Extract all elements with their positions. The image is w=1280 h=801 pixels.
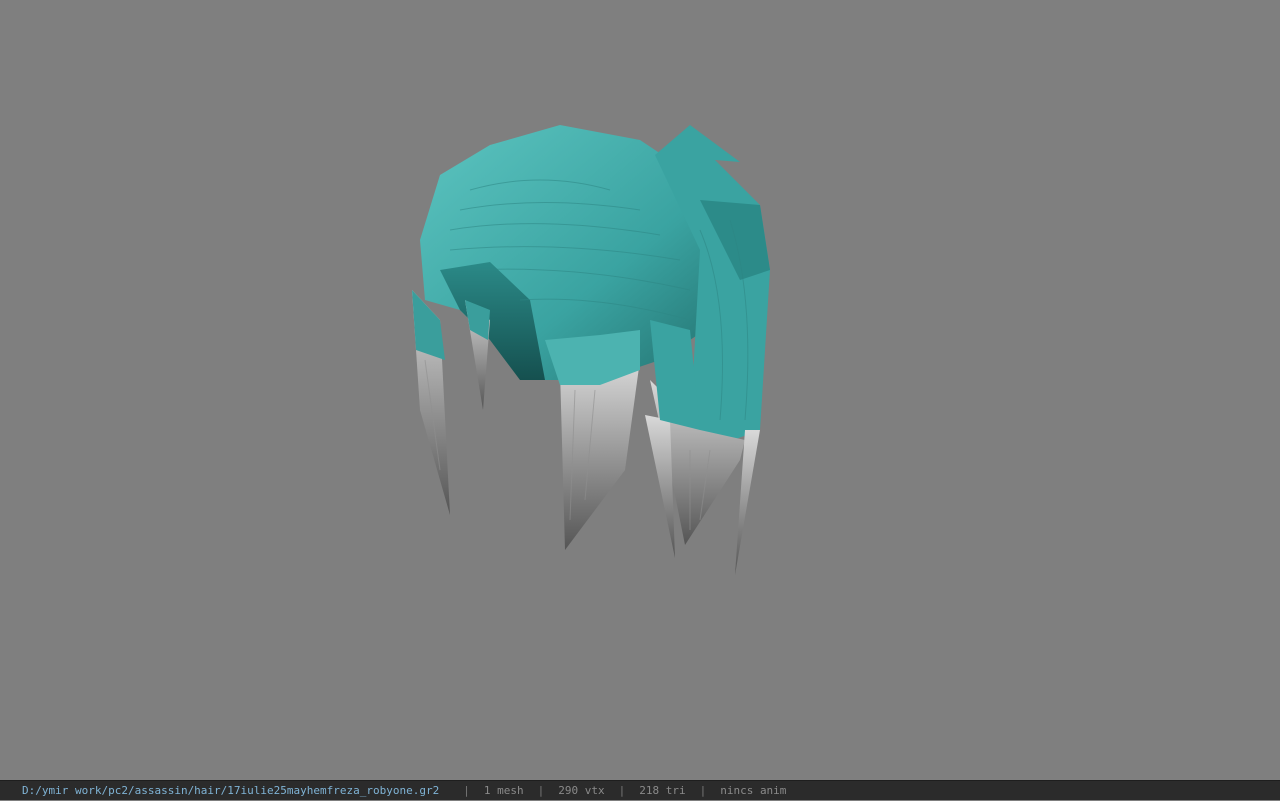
status-vertex-count: 290 vtx bbox=[558, 783, 605, 797]
status-separator: | bbox=[618, 783, 626, 797]
hair-model-render[interactable] bbox=[0, 0, 1280, 780]
status-separator: | bbox=[699, 783, 707, 797]
status-separator: | bbox=[463, 783, 470, 797]
3d-viewport[interactable] bbox=[0, 0, 1280, 780]
status-mesh-count: 1 mesh bbox=[483, 783, 524, 797]
status-animation: nincs anim bbox=[720, 783, 787, 797]
status-triangle-count: 218 tri bbox=[639, 783, 686, 797]
status-file-path-wrap: D:/ymir work/pc2/assassin/hair/17iulie25… bbox=[22, 781, 449, 801]
status-bar: D:/ymir work/pc2/assassin/hair/17iulie25… bbox=[0, 780, 1280, 800]
status-separator: | bbox=[537, 783, 545, 797]
status-file-path: D:/ymir work/pc2/assassin/hair/17iulie25… bbox=[22, 783, 440, 797]
